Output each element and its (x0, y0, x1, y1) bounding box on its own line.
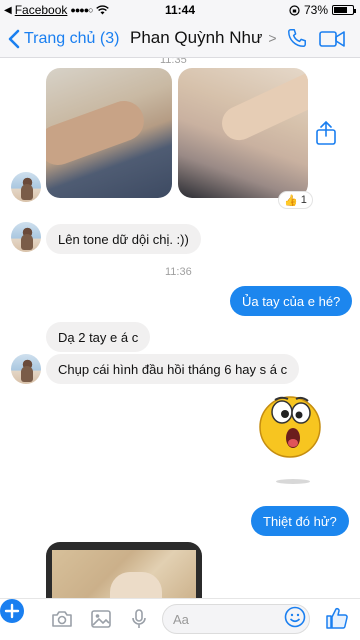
photo-content (216, 68, 308, 146)
add-button[interactable] (0, 599, 24, 623)
like-icon[interactable] (324, 605, 350, 631)
avatar[interactable] (11, 222, 41, 252)
contact-name: Phan Quỳnh Như (130, 28, 263, 47)
status-bar: ◀ Facebook ●●●●○ 11:44 73% (0, 0, 360, 20)
phone-call-icon[interactable] (286, 27, 308, 49)
avatar[interactable] (11, 172, 41, 202)
battery-percent: 73% (303, 3, 328, 17)
incoming-message[interactable]: Dạ 2 tay e á c (46, 322, 151, 352)
chevron-right-icon: > (268, 30, 277, 46)
outgoing-message[interactable]: Thiệt đó hử? (251, 506, 349, 536)
back-button[interactable]: Trang chủ (3) (8, 26, 119, 52)
photo-message[interactable] (46, 68, 172, 198)
video-call-icon[interactable] (319, 29, 345, 49)
timestamp: 11:36 (165, 266, 192, 278)
message-composer: Aa (0, 598, 360, 640)
microphone-icon[interactable] (127, 607, 151, 631)
status-right: 73% (289, 3, 356, 17)
contact-name-button[interactable]: Phan Quỳnh Như > (130, 28, 277, 48)
reaction-count: 1 (300, 194, 307, 206)
chevron-left-icon (8, 29, 20, 49)
message-placeholder: Aa (173, 611, 189, 627)
gallery-icon[interactable] (89, 607, 113, 631)
conversation-header: Trang chủ (3) Phan Quỳnh Như > (0, 20, 360, 58)
plus-icon (4, 603, 20, 619)
incoming-message[interactable]: Lên tone dữ dội chị. :)) (46, 224, 201, 254)
emoji-icon[interactable] (284, 606, 306, 628)
photo-message[interactable] (46, 542, 202, 598)
battery-icon (332, 5, 356, 15)
timestamp: 11:35 (160, 58, 187, 66)
camera-icon[interactable] (50, 607, 74, 631)
avatar[interactable] (11, 354, 41, 384)
sticker-shadow (276, 479, 310, 484)
thumbs-up-icon: 👍 (284, 194, 298, 207)
photo-content (46, 95, 150, 171)
outgoing-message[interactable]: Ủa tay của e hé? (230, 286, 353, 316)
message-list[interactable]: 11:35 👍 1 Lên tone dữ dội chị. :)) 11:36… (0, 58, 360, 598)
back-label: Trang chủ (3) (24, 30, 120, 47)
photo-content (52, 550, 196, 598)
photo-content (110, 572, 162, 598)
photo-message[interactable] (178, 68, 308, 198)
reaction-badge[interactable]: 👍 1 (278, 191, 313, 209)
shocked-face-sticker[interactable] (255, 390, 325, 460)
battery-level (334, 7, 347, 13)
share-icon[interactable] (313, 120, 339, 146)
orientation-lock-icon (289, 4, 300, 16)
incoming-message[interactable]: Chụp cái hình đầu hồi tháng 6 hay s á c (46, 354, 300, 384)
